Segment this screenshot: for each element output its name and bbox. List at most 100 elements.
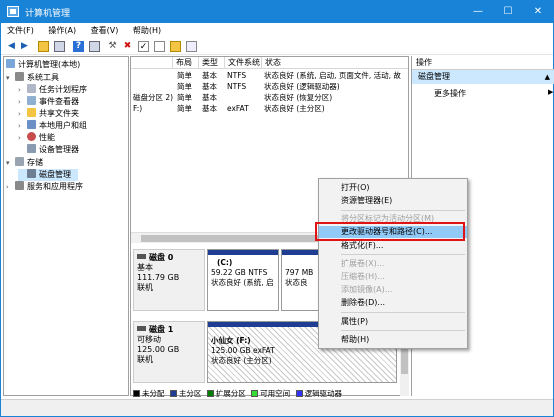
disk1-label-row: 磁盘 1 xyxy=(137,325,201,335)
list-view-icon[interactable] xyxy=(186,41,197,52)
actions-section-disk-management[interactable]: 磁盘管理 ▲ xyxy=(412,70,554,84)
tree-task-scheduler[interactable]: › 任务计划程序 xyxy=(18,84,87,96)
volume-layout: 简单 xyxy=(177,93,192,102)
highlight-annotation-box xyxy=(315,222,465,241)
open-folder-icon[interactable] xyxy=(170,41,181,52)
legend-swatch-unallocated xyxy=(133,390,140,397)
tree-event-viewer[interactable]: › 事件查看器 xyxy=(18,96,79,108)
toolbar: ◀ ▶ ? ⚒ ✖ ✓ xyxy=(1,38,553,55)
partition-2-status: 状态良 xyxy=(285,278,308,287)
volume-status: 状态良好 (系统, 启动, 页面文件, 活动, 故 xyxy=(264,71,401,80)
volume-name: F:) xyxy=(133,104,143,113)
collapse-arrow-icon[interactable]: ▾ xyxy=(6,74,15,82)
services-icon xyxy=(15,181,24,190)
volume-column-header[interactable] xyxy=(131,57,173,69)
expand-arrow-icon[interactable]: › xyxy=(18,86,27,94)
menu-view[interactable]: 查看(V) xyxy=(85,23,125,38)
partition-c[interactable]: (C:) 59.22 GB NTFS 状态良好 (系统, 启 xyxy=(207,249,279,311)
menu-properties[interactable]: 属性(P) xyxy=(319,316,467,328)
minimize-button[interactable]: — xyxy=(463,1,493,23)
connect-icon[interactable]: ⚒ xyxy=(107,41,118,52)
layout-column-header[interactable]: 布局 xyxy=(173,57,199,69)
forward-arrow-icon[interactable]: ▶ xyxy=(19,41,30,52)
expand-arrow-icon[interactable]: › xyxy=(18,134,27,142)
expand-arrow-icon[interactable]: › xyxy=(18,122,27,130)
fs-column-header[interactable]: 文件系统 xyxy=(225,57,262,69)
help-icon[interactable]: ? xyxy=(73,41,84,52)
legend-swatch-extended xyxy=(206,390,214,397)
disk-icon xyxy=(137,254,146,259)
more-actions[interactable]: 更多操作 ▶ xyxy=(434,88,553,99)
volume-fs: exFAT xyxy=(227,104,249,113)
title-bar: 计算机管理 — ☐ ✕ xyxy=(1,1,553,23)
status-bar xyxy=(1,399,553,416)
menu-file[interactable]: 文件(F) xyxy=(1,23,40,38)
status-column-header[interactable]: 状态 xyxy=(262,57,408,69)
disk1-info[interactable]: 磁盘 1 可移动 125.00 GB 联机 xyxy=(133,321,205,383)
volume-fs: NTFS xyxy=(227,82,247,91)
volume-layout: 简单 xyxy=(177,71,192,80)
maximize-button[interactable]: ☐ xyxy=(493,1,523,23)
shared-folder-icon xyxy=(27,108,36,117)
show-tree-icon[interactable] xyxy=(54,41,65,52)
menu-extend-volume[interactable]: 扩展卷(X)... xyxy=(319,258,467,270)
menu-delete-volume[interactable]: 删除卷(D)... xyxy=(319,297,467,309)
menu-separator xyxy=(341,210,465,211)
type-column-header[interactable]: 类型 xyxy=(199,57,225,69)
tree-storage[interactable]: ▾ 存储 xyxy=(6,157,43,169)
menu-format[interactable]: 格式化(F)... xyxy=(319,240,467,252)
volume-type: 基本 xyxy=(202,71,217,80)
scroll-thumb[interactable] xyxy=(141,235,321,242)
close-button[interactable]: ✕ xyxy=(523,1,553,23)
disk1-type: 可移动 xyxy=(137,335,161,344)
collapse-up-icon[interactable]: ▲ xyxy=(545,70,550,84)
computer-management-window: 计算机管理 — ☐ ✕ 文件(F) 操作(A) 查看(V) 帮助(H) ◀ ▶ … xyxy=(0,0,554,417)
tree-local-users[interactable]: › 本地用户和组 xyxy=(18,120,87,132)
menu-open[interactable]: 打开(O) xyxy=(319,182,467,194)
legend-primary: 主分区 xyxy=(178,389,202,398)
navigation-tree: 计算机管理(本地) ▾ 系统工具 › 任务计划程序 › 事件查看器 › 共享文件夹 › 本… xyxy=(3,56,129,396)
menu-add-mirror[interactable]: 添加镜像(A)... xyxy=(319,284,467,296)
tree-performance[interactable]: › 性能 xyxy=(18,132,55,144)
menu-help[interactable]: 帮助(H) xyxy=(319,334,467,346)
menu-action[interactable]: 操作(A) xyxy=(42,23,82,38)
chevron-right-icon: ▶ xyxy=(548,88,554,96)
tree-disk-management[interactable]: 磁盘管理 xyxy=(18,169,78,181)
properties-view-icon[interactable] xyxy=(89,41,100,52)
legend-extended: 扩展分区 xyxy=(215,389,246,398)
legend-logical: 逻辑驱动器 xyxy=(304,389,343,398)
tree-system-tools[interactable]: ▾ 系统工具 xyxy=(6,72,59,84)
document-icon[interactable] xyxy=(154,41,165,52)
up-folder-icon[interactable] xyxy=(38,41,49,52)
tree-device-manager[interactable]: 设备管理器 xyxy=(27,144,79,156)
users-icon xyxy=(27,120,36,129)
volume-type: 基本 xyxy=(202,93,217,102)
expand-arrow-icon[interactable]: › xyxy=(18,110,27,118)
delete-icon[interactable]: ✖ xyxy=(122,41,133,52)
partition-legend: 未分配 主分区 扩展分区 可用空间 逻辑驱动器 xyxy=(130,388,409,399)
expand-arrow-icon[interactable]: › xyxy=(18,98,27,106)
disk0-size: 111.79 GB xyxy=(137,273,180,282)
performance-icon xyxy=(27,132,36,141)
computer-icon xyxy=(6,59,15,68)
partition-2[interactable]: 797 MB 状态良 xyxy=(281,249,319,311)
menu-bar: 文件(F) 操作(A) 查看(V) 帮助(H) xyxy=(1,23,553,38)
disk-icon xyxy=(27,169,36,178)
volume-name xyxy=(133,82,173,92)
collapse-arrow-icon[interactable]: ▾ xyxy=(6,159,15,167)
tree-services[interactable]: › 服务和应用程序 xyxy=(6,181,83,193)
menu-explore[interactable]: 资源管理器(E) xyxy=(319,195,467,207)
tree-shared-folders[interactable]: › 共享文件夹 xyxy=(18,108,79,120)
disk0-info[interactable]: 磁盘 0 基本 111.79 GB 联机 xyxy=(133,249,205,311)
tree-root[interactable]: 计算机管理(本地) xyxy=(6,59,80,71)
menu-separator xyxy=(341,312,465,313)
volume-type: 基本 xyxy=(202,82,217,91)
storage-icon xyxy=(15,157,24,166)
menu-shrink-volume[interactable]: 压缩卷(H)... xyxy=(319,271,467,283)
menu-help[interactable]: 帮助(H) xyxy=(127,23,167,38)
disk-icon xyxy=(137,326,146,331)
expand-arrow-icon[interactable]: › xyxy=(6,183,15,191)
back-arrow-icon[interactable]: ◀ xyxy=(6,41,17,52)
check-icon[interactable]: ✓ xyxy=(138,41,149,52)
volume-layout: 简单 xyxy=(177,104,192,113)
